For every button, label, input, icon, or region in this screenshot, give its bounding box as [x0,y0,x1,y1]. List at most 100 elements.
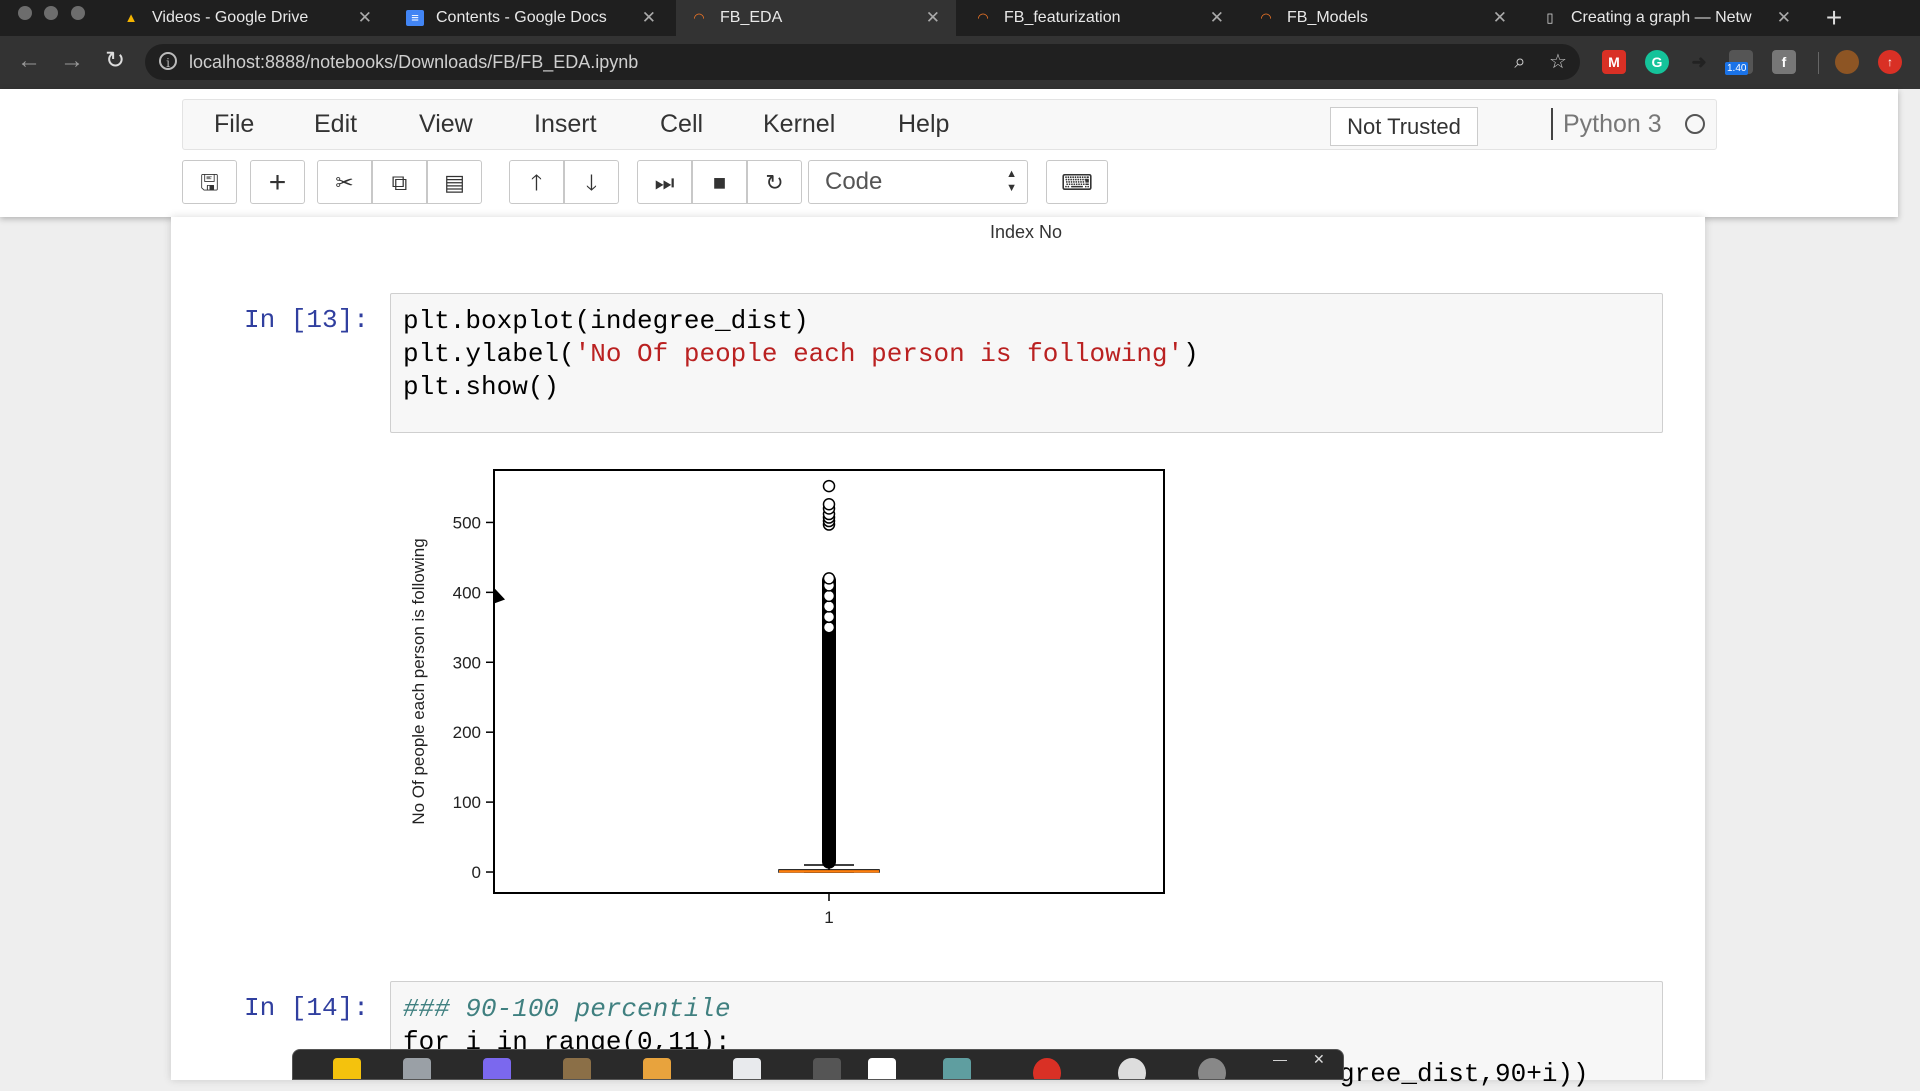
update-icon[interactable]: ↑ [1878,50,1902,74]
facebook-icon[interactable]: f [1772,50,1796,74]
close-icon[interactable]: ✕ [1493,0,1507,36]
record-icon[interactable] [1033,1058,1061,1079]
reload-icon[interactable]: ↻ [100,46,130,76]
close-icon[interactable]: ✕ [1777,0,1791,36]
copy-icon[interactable]: ⧉ [372,160,427,204]
restart-icon[interactable]: ↻ [747,160,802,204]
y-tick-label: 500 [453,513,481,532]
extension-badge: 1.40 [1725,62,1749,75]
y-tick-label: 400 [453,583,481,602]
toolbar-divider [1818,52,1819,74]
keyboard-icon[interactable]: ⌨ [1046,160,1108,204]
dock-app-icon[interactable] [403,1058,431,1079]
stop-icon[interactable]: ■ [692,160,747,204]
grammarly-icon[interactable]: G [1645,50,1669,74]
bookmark-star-icon[interactable]: ☆ [1544,48,1572,76]
menu-help[interactable]: Help [898,100,949,149]
cut-icon[interactable]: ✂ [317,160,372,204]
dock-app-icon[interactable] [563,1058,591,1079]
tab-google-docs[interactable]: ≡ Contents - Google Docs ✕ [392,0,672,36]
x-tick-label: 1 [824,908,833,927]
browser-tab-bar: ▲ Videos - Google Drive ✕ ≡ Contents - G… [0,0,1920,36]
code-line: plt.show() [403,372,560,402]
insert-cell-below-icon[interactable]: + [250,160,305,204]
code-line-partial: gree_dist,90+i)) [1339,1059,1589,1089]
cell-13-code[interactable]: plt.boxplot(indegree_dist) plt.ylabel('N… [390,293,1663,433]
boxplot-output: 0 100 200 300 400 500 No Of people each person… [390,455,1190,935]
pointer-icon[interactable] [813,1058,841,1079]
google-drive-icon: ▲ [124,10,138,25]
code-line: plt.boxplot(indegree_dist) [403,306,809,336]
pencil-icon[interactable] [643,1058,671,1079]
tab-fb-featurization[interactable]: ◠ FB_featurization ✕ [960,0,1240,36]
window-maximize-button[interactable] [71,6,85,20]
close-icon[interactable]: ✕ [1313,1052,1325,1066]
cell-type-select[interactable]: Code ▲ ▼ [808,160,1028,204]
dock-app-icon[interactable] [483,1058,511,1079]
y-tick-label: 300 [453,653,481,672]
y-axis-label: No Of people each person is following [409,538,428,824]
boxplot-chart: 0 100 200 300 400 500 No Of people each person… [409,469,1165,927]
y-tick-label: 0 [472,863,481,882]
gear-icon[interactable] [1198,1058,1226,1079]
spotlight-icon[interactable] [1118,1058,1146,1079]
profile-avatar[interactable] [1835,50,1859,74]
whiteboard-icon[interactable] [868,1058,896,1079]
jupyter-header: File Edit View Insert Cell Kernel Help N… [0,89,1898,217]
jupyter-icon: ◠ [693,10,705,25]
tab-google-drive[interactable]: ▲ Videos - Google Drive ✕ [108,0,388,36]
back-arrow-icon[interactable]: ← [14,46,44,76]
previous-output-xlabel: Index No [990,222,1063,242]
paste-icon[interactable]: ▤ [427,160,482,204]
kernel-name: Python 3 [1563,110,1662,138]
document-icon: ▯ [1546,10,1554,25]
forward-arrow-icon[interactable]: → [57,46,87,76]
window-minimize-button[interactable] [44,6,58,20]
select-arrows-icon: ▲ ▼ [1006,168,1017,194]
highlighter-icon[interactable] [943,1058,971,1079]
outlier-point [822,621,836,634]
outlier-point [822,498,836,511]
extension-counter-icon[interactable]: 1.40 [1725,50,1753,75]
tab-fb-eda[interactable]: ◠ FB_EDA ✕ [676,0,956,36]
dock-app-icon[interactable] [333,1058,361,1079]
outlier-point [822,610,836,624]
share-arrow-icon[interactable]: ➜ [1687,50,1711,74]
close-icon[interactable]: ✕ [642,0,656,36]
kernel-divider [1551,108,1553,140]
close-icon[interactable]: ✕ [358,0,372,36]
run-icon[interactable]: ⏭ [637,160,692,204]
outlier-point [822,479,836,493]
menu-bar: File Edit View Insert Cell Kernel Help N… [182,99,1717,150]
menu-view[interactable]: View [419,100,473,149]
move-down-icon[interactable]: 🡓 [564,160,619,204]
outlier-point [822,589,836,603]
code-comment: ### 90-100 percentile [403,994,731,1024]
url-input[interactable]: i localhost:8888/notebooks/Downloads/FB/… [145,44,1580,80]
move-up-icon[interactable]: 🡑 [509,160,564,204]
menu-kernel[interactable]: Kernel [763,100,835,149]
info-icon[interactable]: i [159,52,177,70]
window-close-button[interactable] [18,6,32,20]
eraser-icon[interactable] [733,1058,761,1079]
menu-file[interactable]: File [214,100,254,149]
close-icon[interactable]: ✕ [1210,0,1224,36]
tab-creating-a-graph[interactable]: ▯ Creating a graph — Netw ✕ [1527,0,1807,36]
code-string: 'No Of people each person is following' [574,339,1184,369]
minimize-icon[interactable]: — [1273,1052,1287,1066]
save-icon[interactable]: 🖫 [182,160,237,204]
new-tab-button[interactable]: + [1818,3,1850,33]
jupyter-icon: ◠ [1260,10,1272,25]
zoom-icon[interactable]: ⌕ [1506,48,1534,76]
tab-fb-models[interactable]: ◠ FB_Models ✕ [1243,0,1523,36]
menu-insert[interactable]: Insert [534,100,597,149]
url-text: localhost:8888/notebooks/Downloads/FB/FB… [189,52,639,72]
address-bar: ← → ↻ i localhost:8888/notebooks/Downloa… [0,36,1920,89]
outlier-point [822,572,836,585]
close-icon[interactable]: ✕ [926,0,940,36]
gmail-icon[interactable]: M [1602,50,1626,74]
menu-edit[interactable]: Edit [314,100,357,149]
google-docs-icon: ≡ [406,10,424,26]
menu-cell[interactable]: Cell [660,100,703,149]
not-trusted-button[interactable]: Not Trusted [1330,107,1478,146]
